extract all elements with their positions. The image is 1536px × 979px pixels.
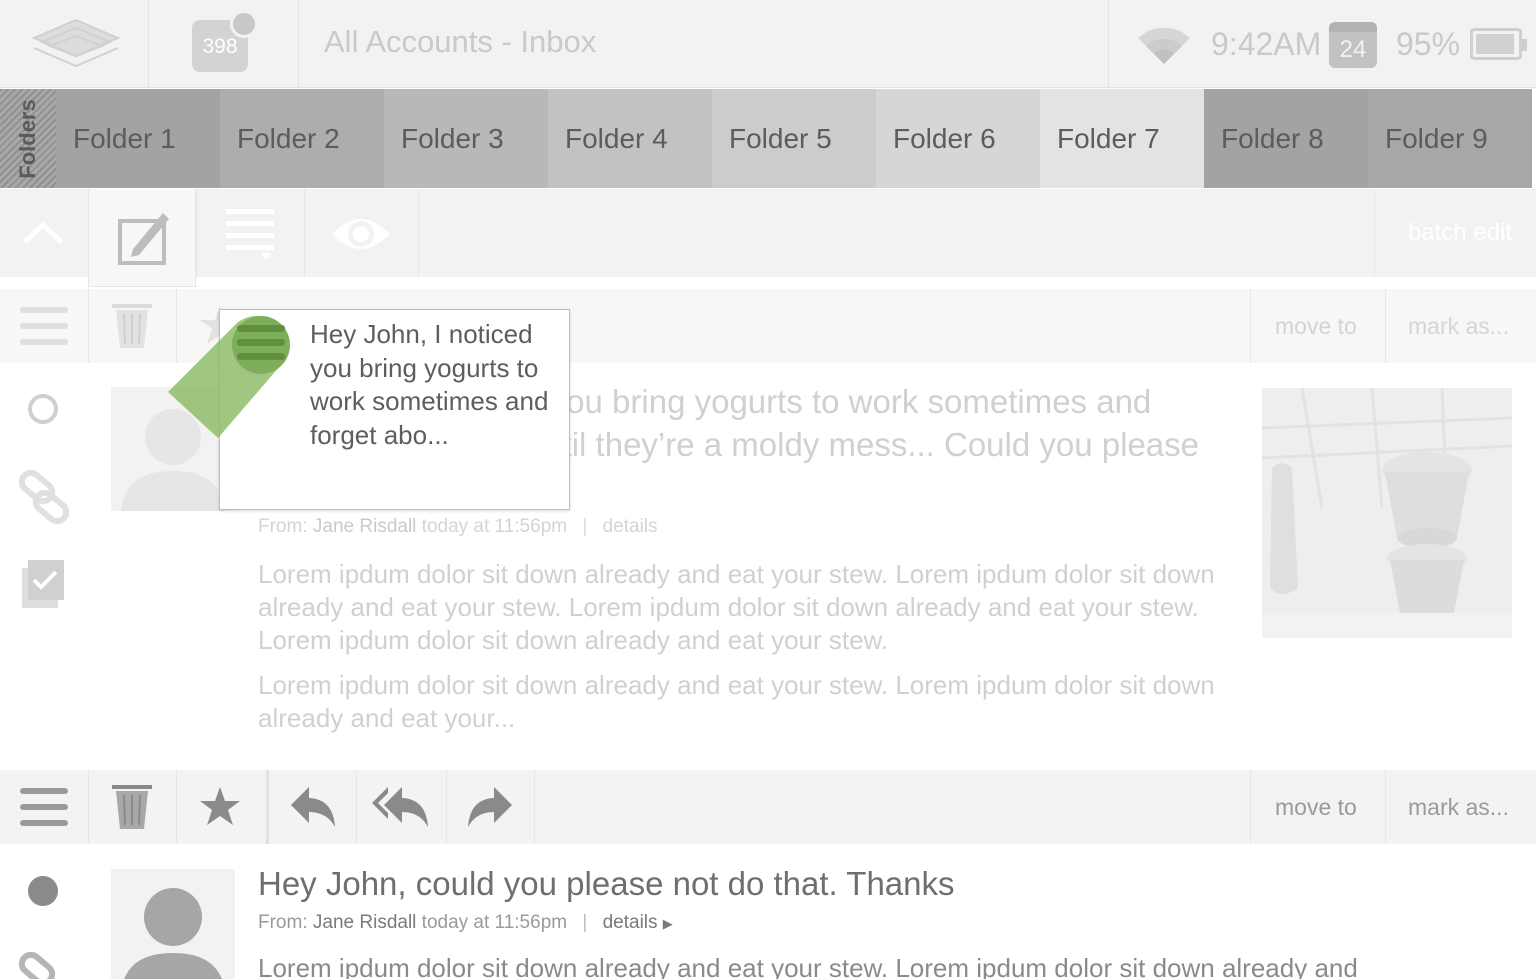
battery-icon <box>1470 28 1527 60</box>
drag-handle[interactable] <box>168 312 298 447</box>
attachment-indicator <box>16 469 72 531</box>
message-2-actionbar: move to mark as... <box>0 770 1536 844</box>
wifi-icon <box>1134 24 1194 66</box>
page-title: All Accounts - Inbox <box>324 24 597 59</box>
message-subject[interactable]: Hey John, could you please not do that. … <box>258 862 1243 905</box>
battery-percent: 95% <box>1396 26 1461 62</box>
trash-icon <box>112 304 152 348</box>
batch-edit-button[interactable]: batch edit <box>1408 219 1512 247</box>
circle-outline-icon <box>28 394 58 424</box>
message-from-line: From: Jane Risdall today at 11:56pm | de… <box>258 912 673 933</box>
menu-button[interactable] <box>0 770 88 844</box>
clock: 9:42AM <box>1211 26 1322 62</box>
tooltip-text: Hey John, I noticed you bring yogurts to… <box>310 319 549 450</box>
eye-icon <box>332 219 390 249</box>
forward-button[interactable] <box>446 770 534 844</box>
preview-button[interactable] <box>304 189 418 277</box>
yogurt-photo <box>1262 388 1512 638</box>
notification-dot <box>230 10 258 38</box>
layers-icon[interactable] <box>28 14 124 74</box>
calendar-icon[interactable]: 24 <box>1329 22 1377 68</box>
trash-icon <box>112 785 152 829</box>
folder-tab-4[interactable]: Folder 4 <box>548 89 712 188</box>
battery-level <box>1476 34 1514 54</box>
unread-toggle[interactable] <box>22 390 64 435</box>
link-icon <box>18 469 70 525</box>
mark-as-button[interactable]: mark as... <box>1408 770 1509 844</box>
reply-button[interactable] <box>270 770 356 844</box>
select-checkbox[interactable] <box>18 556 74 617</box>
person-icon <box>124 888 222 979</box>
folder-tab-2[interactable]: Folder 2 <box>220 89 384 188</box>
folder-tab-5[interactable]: Folder 5 <box>712 89 876 188</box>
attachment-indicator <box>16 951 72 979</box>
message-from-line: From: Jane Risdall today at 11:56pm | de… <box>258 516 658 537</box>
folders-label: Folders <box>0 89 56 188</box>
hamburger-icon <box>20 307 68 345</box>
sender-name[interactable]: Jane Risdall <box>313 516 417 537</box>
message-body-paragraph: Lorem ipdum dolor sit down already and e… <box>258 953 1358 979</box>
reply-all-icon <box>372 787 428 827</box>
sort-button[interactable] <box>196 189 304 277</box>
drag-handle-icon <box>168 315 290 438</box>
message-body-paragraph: Lorem ipdum dolor sit down already and e… <box>258 670 1215 733</box>
folder-tab-6[interactable]: Folder 6 <box>876 89 1040 188</box>
folder-bar: Folders Folder 1 Folder 2 Folder 3 Folde… <box>0 89 1536 188</box>
delete-button[interactable] <box>88 289 176 363</box>
collapse-button[interactable] <box>0 189 88 277</box>
sender-avatar <box>111 869 235 979</box>
star-icon <box>200 787 240 825</box>
delete-button[interactable] <box>88 770 176 844</box>
status-bar: 398 All Accounts - Inbox 9:42AM 24 95% <box>0 0 1536 88</box>
move-to-button[interactable]: move to <box>1275 289 1357 363</box>
move-to-button[interactable]: move to <box>1275 770 1357 844</box>
chevron-up-icon <box>23 221 63 244</box>
compose-icon <box>118 213 169 265</box>
compose-button[interactable] <box>88 189 196 287</box>
checkbox-checked-icon <box>22 560 64 608</box>
hamburger-icon <box>20 788 68 826</box>
details-link[interactable]: details ▶ <box>603 912 673 933</box>
unread-dot-icon <box>28 876 58 906</box>
unread-toggle[interactable] <box>22 872 64 917</box>
menu-button[interactable] <box>0 289 88 363</box>
star-button[interactable] <box>176 770 264 844</box>
caret-right-icon: ▶ <box>662 916 673 931</box>
main-toolbar: batch edit <box>0 189 1536 277</box>
folder-tab-7[interactable]: Folder 7 <box>1040 89 1204 188</box>
folder-tab-8[interactable]: Folder 8 <box>1204 89 1368 188</box>
reply-all-button[interactable] <box>356 770 446 844</box>
details-link[interactable]: details <box>603 516 658 537</box>
list-sort-icon <box>226 209 274 260</box>
reply-icon <box>291 787 335 827</box>
folder-tab-9[interactable]: Folder 9 <box>1368 89 1532 188</box>
link-icon <box>18 951 56 979</box>
message-body-paragraph: Lorem ipdum dolor sit down already and e… <box>258 559 1215 655</box>
forward-icon <box>468 787 512 827</box>
folder-tab-1[interactable]: Folder 1 <box>56 89 220 188</box>
mark-as-button[interactable]: mark as... <box>1408 289 1509 363</box>
sender-name[interactable]: Jane Risdall <box>313 912 417 933</box>
attachment-thumbnail[interactable] <box>1262 388 1512 638</box>
folder-tab-3[interactable]: Folder 3 <box>384 89 548 188</box>
